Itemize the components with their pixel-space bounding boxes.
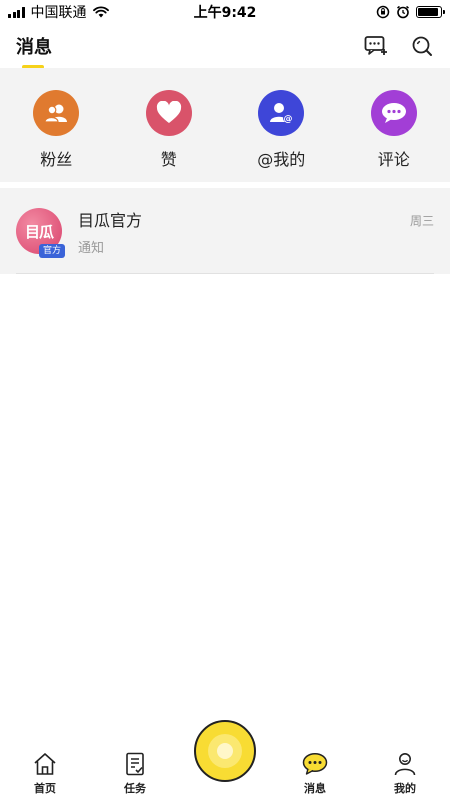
battery-icon (416, 6, 445, 18)
quick-action-comments[interactable]: 评论 (349, 90, 439, 170)
page-title: 消息 (16, 37, 52, 58)
alarm-icon (397, 5, 409, 19)
status-left: 中国联通 (8, 2, 109, 22)
message-preview: 通知 (78, 240, 105, 256)
tab-icon-wrap (392, 751, 418, 777)
tab-bar: 首页 任务 消息 我的 (0, 720, 450, 800)
svg-text:@: @ (284, 114, 293, 124)
tab-home[interactable]: 首页 (0, 751, 90, 796)
tab-label: 我的 (394, 782, 416, 795)
quick-action-label: 赞 (160, 150, 177, 169)
tab-label: 消息 (304, 782, 326, 795)
search-icon (412, 36, 432, 56)
mention-icon: @ (270, 103, 294, 124)
profile-icon (394, 753, 416, 776)
fans-icon (44, 104, 68, 123)
official-badge: 官方 (38, 244, 65, 258)
mentions-circle: @ (258, 90, 305, 136)
heart-icon (156, 101, 181, 123)
status-right (376, 5, 445, 19)
tab-label: 首页 (34, 782, 56, 795)
tab-label: 任务 (124, 782, 146, 795)
header: 消息 (0, 24, 450, 69)
tab-profile[interactable]: 我的 (360, 751, 450, 796)
carrier-name: 中国联通 (30, 5, 87, 21)
fans-circle (33, 90, 80, 136)
quick-action-likes[interactable]: 赞 (124, 90, 214, 170)
quick-action-label: 粉丝 (40, 150, 73, 169)
quick-action-mentions[interactable]: @ @我的 (236, 90, 326, 170)
message-body: 目瓜官方 通知 (78, 207, 434, 256)
message-row[interactable]: 目瓜 官方 目瓜官方 通知 周三 (0, 188, 450, 274)
avatar-text: 目瓜 (24, 222, 54, 241)
quick-actions-panel: 粉丝 赞 @ @我的 评论 (0, 68, 450, 182)
chat-add-icon (364, 36, 387, 55)
chat-add-button[interactable] (364, 34, 388, 58)
tab-icon-wrap (122, 751, 148, 777)
task-icon (126, 752, 144, 776)
quick-action-label: @我的 (257, 150, 306, 169)
center-action-button[interactable] (194, 720, 256, 782)
tab-tasks[interactable]: 任务 (90, 751, 180, 796)
likes-circle (145, 90, 192, 136)
tab-messages[interactable]: 消息 (270, 751, 360, 796)
message-sender-name: 目瓜官方 (78, 210, 143, 230)
avatar: 目瓜 官方 (16, 208, 65, 258)
message-time: 周三 (409, 214, 434, 228)
comment-icon (381, 103, 406, 123)
center-action-icon (208, 734, 242, 768)
center-button-slot (180, 720, 270, 796)
quick-action-fans[interactable]: 粉丝 (11, 90, 101, 170)
tab-icon-wrap (32, 751, 58, 777)
tab-icon-wrap (302, 751, 328, 777)
header-actions (364, 34, 434, 58)
search-button[interactable] (410, 34, 434, 58)
comments-circle (370, 90, 417, 136)
message-list: 目瓜 官方 目瓜官方 通知 周三 (0, 188, 450, 274)
home-icon (34, 753, 56, 775)
message-icon (302, 752, 328, 775)
title-wrap: 消息 (16, 33, 52, 69)
center-dot (217, 743, 233, 759)
quick-action-label: 评论 (377, 150, 410, 169)
status-bar: 中国联通 上午9:42 (0, 0, 450, 24)
battery-fill (418, 8, 438, 16)
signal-icon (8, 6, 25, 18)
rotation-lock-icon (376, 5, 390, 19)
wifi-icon (92, 6, 109, 18)
